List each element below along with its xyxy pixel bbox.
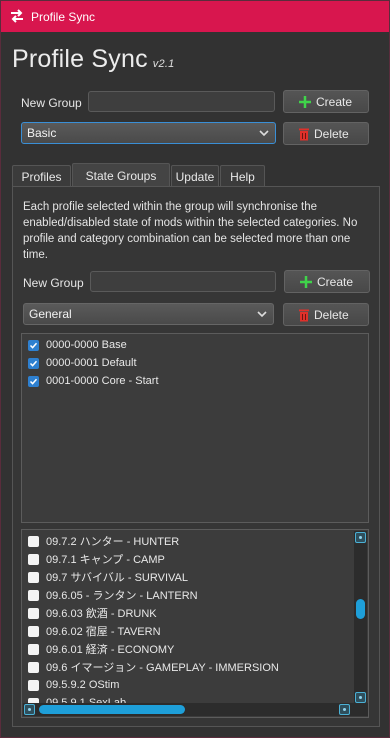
tab-state-groups[interactable]: State Groups: [72, 163, 170, 187]
app-title: Profile Sync v2.1: [12, 45, 174, 74]
state-group-select[interactable]: General: [23, 303, 274, 325]
profile-item[interactable]: 0000-0001 Default: [28, 354, 137, 372]
category-item[interactable]: 09.7.1 キャンプ - CAMP: [28, 550, 165, 568]
group-select-value: Basic: [27, 126, 57, 140]
checkbox-unchecked[interactable]: [28, 643, 39, 655]
profile-label: 0000-0000 Base: [46, 339, 127, 351]
app-title-text: Profile Sync: [12, 45, 148, 73]
tab-profiles-label: Profiles: [21, 169, 62, 184]
description-text: Each profile selected within the group w…: [23, 201, 358, 261]
check-icon: [29, 342, 38, 349]
plus-icon: [299, 95, 311, 108]
plus-icon: [300, 275, 312, 288]
tab-update-label: Update: [175, 169, 215, 184]
state-create-label: Create: [317, 274, 354, 289]
window-title: Profile Sync: [31, 10, 96, 24]
delete-label: Delete: [314, 126, 349, 141]
version-label: v2.1: [152, 58, 175, 70]
tab-update[interactable]: Update: [171, 165, 219, 187]
checkbox-unchecked[interactable]: [28, 679, 39, 691]
checkbox-unchecked[interactable]: [28, 535, 39, 547]
tab-state-groups-label: State Groups: [85, 168, 157, 183]
profile-item[interactable]: 0000-0000 Base: [28, 336, 127, 354]
checkbox-checked[interactable]: [28, 375, 39, 387]
profiles-list: 0000-0000 Base 0000-0001 Default 0001-00…: [21, 333, 369, 523]
horizontal-scrollbar[interactable]: [23, 703, 368, 716]
tab-profiles[interactable]: Profiles: [12, 165, 71, 187]
sync-arrows-icon: [11, 9, 23, 23]
checkbox-unchecked[interactable]: [28, 661, 39, 673]
profile-label: 0000-0001 Default: [46, 357, 137, 369]
group-select[interactable]: Basic: [21, 122, 276, 144]
category-label: 09.6 イマージョン - GAMEPLAY - IMMERSION: [46, 662, 279, 674]
create-group-button[interactable]: Create: [283, 90, 369, 113]
category-item[interactable]: 09.6 イマージョン - GAMEPLAY - IMMERSION: [28, 658, 279, 676]
checkbox-checked[interactable]: [28, 357, 39, 369]
tab-help[interactable]: Help: [220, 165, 265, 187]
category-item[interactable]: 09.7.2 ハンター - HUNTER: [28, 532, 179, 550]
category-label: 09.6.02 宿屋 - TAVERN: [46, 626, 161, 638]
scroll-right-button[interactable]: [339, 704, 350, 715]
checkbox-unchecked[interactable]: [28, 553, 39, 565]
checkbox-unchecked[interactable]: [28, 625, 39, 637]
category-label: 09.6.01 経済 - ECONOMY: [46, 644, 175, 656]
delete-group-button[interactable]: Delete: [283, 122, 369, 145]
profile-item[interactable]: 0001-0000 Core - Start: [28, 372, 159, 390]
state-groups-panel: Each profile selected within the group w…: [12, 186, 380, 727]
checkbox-unchecked[interactable]: [28, 589, 39, 601]
checkbox-unchecked[interactable]: [28, 607, 39, 619]
chevron-down-icon: [259, 130, 269, 137]
state-new-group-label: New Group: [23, 276, 84, 290]
scroll-up-button[interactable]: [355, 532, 366, 543]
category-item[interactable]: 09.7 サバイバル - SURVIVAL: [28, 568, 188, 586]
check-icon: [29, 378, 38, 385]
state-delete-label: Delete: [314, 307, 349, 322]
horizontal-scroll-thumb[interactable]: [39, 705, 185, 714]
vertical-scroll-thumb[interactable]: [356, 599, 365, 619]
state-group-select-value: General: [29, 307, 72, 321]
category-label: 09.6.05 - ランタン - LANTERN: [46, 590, 198, 602]
category-item[interactable]: 09.6.03 飲酒 - DRUNK: [28, 604, 157, 622]
category-label: 09.7.2 ハンター - HUNTER: [46, 536, 180, 548]
vertical-scrollbar[interactable]: [354, 531, 367, 704]
trash-icon: [299, 309, 309, 321]
category-item[interactable]: 09.6.05 - ランタン - LANTERN: [28, 586, 198, 604]
state-new-group-input[interactable]: [90, 271, 276, 292]
category-item[interactable]: 09.6.01 経済 - ECONOMY: [28, 640, 174, 658]
checkbox-checked[interactable]: [28, 339, 39, 351]
scroll-left-button[interactable]: [24, 704, 35, 715]
category-label: 09.5.9.2 OStim: [46, 679, 120, 691]
scroll-down-button[interactable]: [355, 692, 366, 703]
trash-icon: [299, 128, 309, 140]
categories-list: 09.7.2 ハンター - HUNTER 09.7.1 キャンプ - CAMP …: [21, 529, 369, 718]
category-label: 09.7 サバイバル - SURVIVAL: [46, 572, 188, 584]
category-item[interactable]: 09.5.9.2 OStim: [28, 676, 119, 694]
category-label: 09.7.1 キャンプ - CAMP: [46, 554, 165, 566]
create-label: Create: [316, 94, 353, 109]
title-bar[interactable]: Profile Sync: [1, 1, 389, 32]
profile-label: 0001-0000 Core - Start: [46, 375, 159, 387]
chevron-down-icon: [257, 311, 267, 318]
new-group-label: New Group: [21, 96, 82, 110]
state-delete-button[interactable]: Delete: [283, 303, 369, 326]
checkbox-unchecked[interactable]: [28, 571, 39, 583]
state-create-button[interactable]: Create: [284, 270, 370, 293]
profile-sync-window: Profile Sync Profile Sync v2.1 New Group …: [0, 0, 390, 738]
tab-help-label: Help: [230, 169, 255, 184]
category-item[interactable]: 09.6.02 宿屋 - TAVERN: [28, 622, 161, 640]
category-label: 09.6.03 飲酒 - DRUNK: [46, 608, 157, 620]
check-icon: [29, 360, 38, 367]
new-group-input[interactable]: [88, 91, 275, 112]
